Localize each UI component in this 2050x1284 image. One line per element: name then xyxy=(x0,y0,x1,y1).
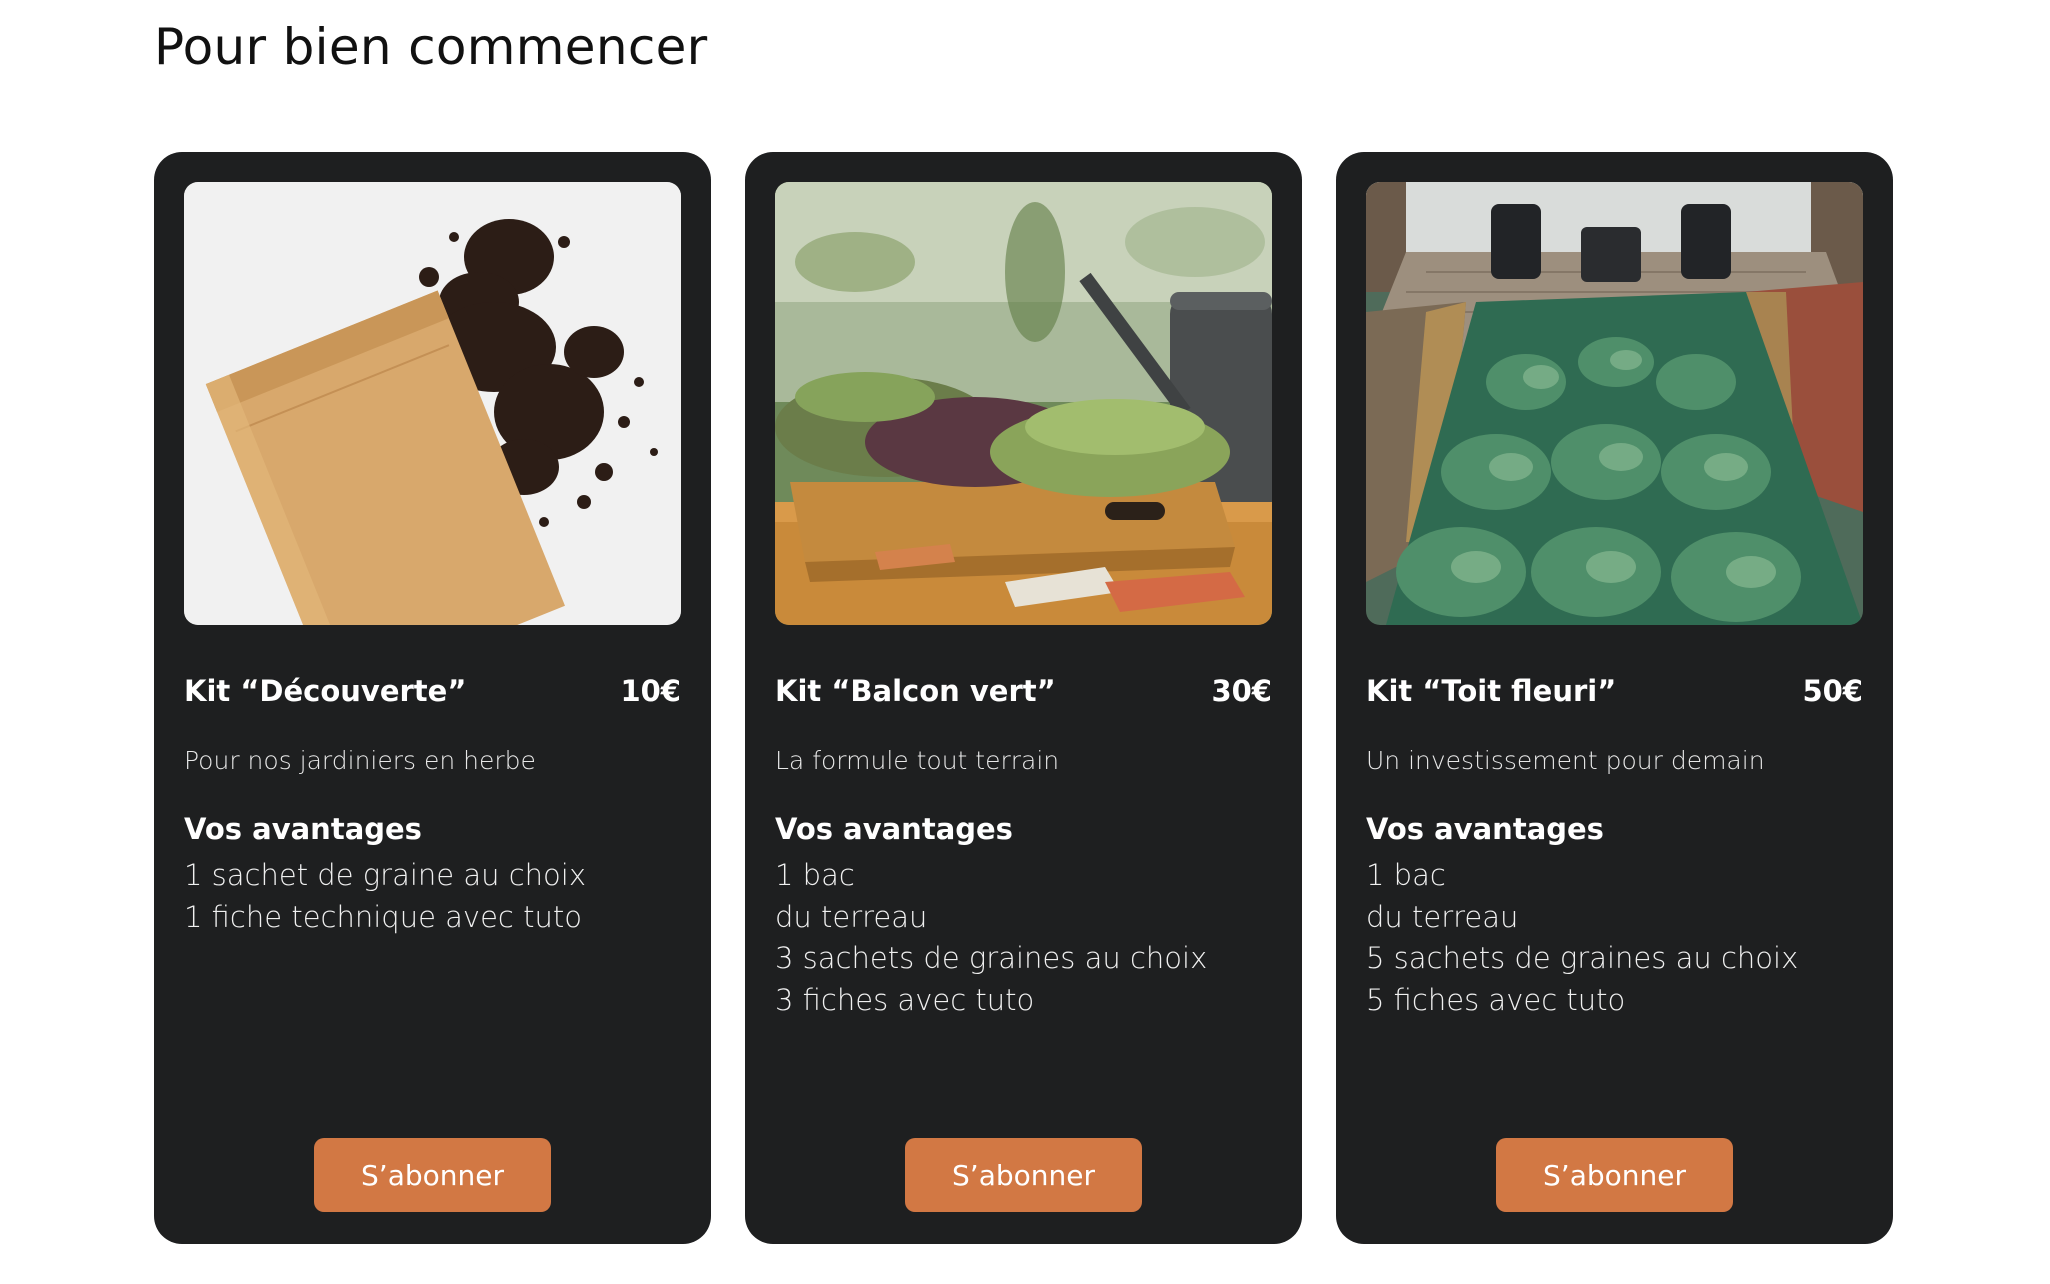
card-header: Kit “Balcon vert” 30€ xyxy=(775,674,1272,708)
kit-name: Kit “Découverte” xyxy=(184,674,467,708)
kit-card-balcon-vert: Kit “Balcon vert” 30€ La formule tout te… xyxy=(745,152,1302,1244)
rooftop-garden-image xyxy=(1366,182,1863,625)
kit-tagline: La formule tout terrain xyxy=(775,746,1060,775)
benefit-item: 1 bac xyxy=(1366,858,1446,892)
kit-price: 30€ xyxy=(1211,674,1272,708)
benefit-item: 3 sachets de graines au choix xyxy=(775,941,1208,975)
kit-name: Kit “Toit fleuri” xyxy=(1366,674,1617,708)
benefits-list: 1 sachet de graine au choix 1 fiche tech… xyxy=(184,855,586,938)
benefit-item: 5 fiches avec tuto xyxy=(1366,982,1626,1017)
card-header: Kit “Toit fleuri” 50€ xyxy=(1366,674,1863,708)
benefit-item: du terreau xyxy=(1366,899,1519,934)
kit-price: 50€ xyxy=(1802,674,1863,708)
benefit-item: 5 sachets de graines au choix xyxy=(1366,941,1799,975)
kit-cards: Kit “Découverte” 10€ Pour nos jardiniers… xyxy=(154,152,1893,1244)
benefits-title: Vos avantages xyxy=(1366,812,1604,846)
kit-tagline: Un investissement pour demain xyxy=(1366,746,1765,775)
page: Pour bien commencer Kit “Découverte” 10€… xyxy=(0,0,2050,1284)
microgreens-tray-image xyxy=(775,182,1272,625)
benefits-title: Vos avantages xyxy=(184,812,422,846)
card-header: Kit “Découverte” 10€ xyxy=(184,674,681,708)
subscribe-button[interactable]: S’abonner xyxy=(905,1138,1142,1212)
kit-card-toit-fleuri: Kit “Toit fleuri” 50€ Un investissement … xyxy=(1336,152,1893,1244)
benefit-item: 1 fiche technique avec tuto xyxy=(184,899,582,934)
benefit-item: 3 fiches avec tuto xyxy=(775,982,1035,1017)
benefits-title: Vos avantages xyxy=(775,812,1013,846)
subscribe-button[interactable]: S’abonner xyxy=(1496,1138,1733,1212)
benefit-item: du terreau xyxy=(775,899,928,934)
benefits-list: 1 bac du terreau 5 sachets de graines au… xyxy=(1366,855,1798,1021)
kit-price: 10€ xyxy=(620,674,681,708)
kit-card-decouverte: Kit “Découverte” 10€ Pour nos jardiniers… xyxy=(154,152,711,1244)
paper-bag-soil-image xyxy=(184,182,681,625)
kit-tagline: Pour nos jardiniers en herbe xyxy=(184,746,536,775)
benefits-list: 1 bac du terreau 3 sachets de graines au… xyxy=(775,855,1207,1021)
kit-name: Kit “Balcon vert” xyxy=(775,674,1056,708)
benefit-item: 1 bac xyxy=(775,858,855,892)
benefit-item: 1 sachet de graine au choix xyxy=(184,858,587,892)
subscribe-button[interactable]: S’abonner xyxy=(314,1138,551,1212)
section-title: Pour bien commencer xyxy=(154,18,708,76)
